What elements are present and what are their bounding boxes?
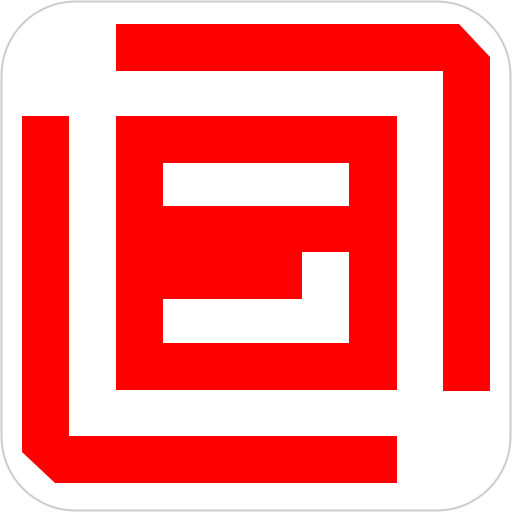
logo-graphic — [0, 0, 512, 512]
logo-top-right-joint — [443, 55, 459, 71]
logo-top-bar — [116, 24, 459, 71]
logo-inner-frame-top — [116, 116, 397, 163]
logo-right-bar — [443, 71, 490, 391]
logo-bottom-bar — [69, 436, 397, 483]
app-icon[interactable] — [0, 0, 512, 512]
logo-left-bar — [22, 116, 69, 436]
logo-inner-frame-bottom — [116, 343, 397, 390]
logo-inner-frame-right — [349, 163, 397, 343]
logo-inner-frame-left — [116, 163, 163, 343]
logo-inner-s-left-block — [163, 206, 208, 252]
